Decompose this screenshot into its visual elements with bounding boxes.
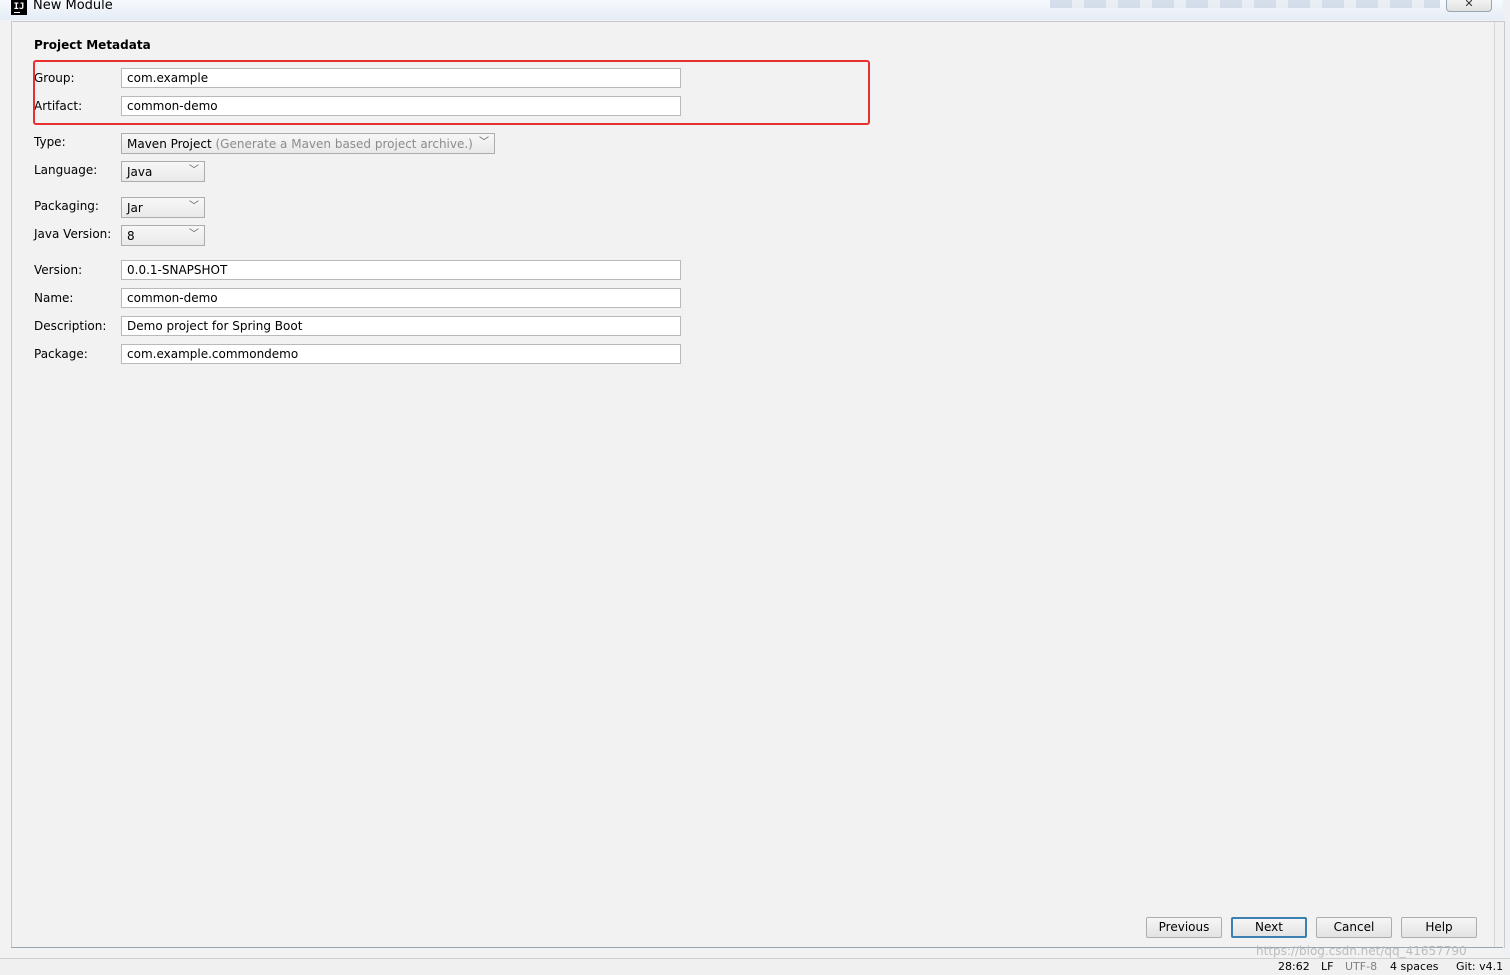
description-field[interactable]: Demo project for Spring Boot bbox=[121, 316, 681, 336]
java-version-select[interactable]: 8 ﹀ bbox=[121, 225, 205, 246]
type-label: Type: bbox=[34, 135, 66, 149]
file-encoding[interactable]: UTF-8 bbox=[1345, 960, 1377, 973]
type-select-hint: (Generate a Maven based project archive.… bbox=[215, 137, 473, 151]
dialog-content-panel bbox=[11, 21, 1505, 948]
language-label: Language: bbox=[34, 163, 98, 177]
chevron-down-icon: ﹀ bbox=[189, 201, 199, 212]
packaging-select-value: Jar bbox=[127, 201, 143, 215]
ide-status-bar: 28:62 LF UTF-8 4 spaces Git: v4.1 bbox=[0, 958, 1510, 975]
help-button[interactable]: Help bbox=[1401, 917, 1477, 938]
chevron-down-icon: ﹀ bbox=[189, 229, 199, 240]
chevron-down-icon: ﹀ bbox=[479, 137, 489, 148]
highlight-annotation-box bbox=[33, 60, 870, 125]
indent-setting[interactable]: 4 spaces bbox=[1390, 960, 1439, 973]
line-separator[interactable]: LF bbox=[1321, 960, 1333, 973]
language-select[interactable]: Java ﹀ bbox=[121, 161, 205, 182]
package-field[interactable]: com.example.commondemo bbox=[121, 344, 681, 364]
vertical-scrollbar[interactable] bbox=[1494, 22, 1504, 947]
next-button[interactable]: Next bbox=[1231, 917, 1307, 938]
dialog-title: New Module bbox=[33, 0, 113, 13]
name-label: Name: bbox=[34, 291, 74, 305]
ide-background-toolbar bbox=[1050, 0, 1440, 8]
language-select-value: Java bbox=[127, 165, 153, 179]
new-module-dialog: IJ New Module ✕ Project Metadata Group: … bbox=[0, 0, 1505, 958]
description-label: Description: bbox=[34, 319, 107, 333]
intellij-icon: IJ bbox=[11, 0, 27, 15]
watermark: https://blog.csdn.net/qq_41657790 bbox=[1256, 944, 1467, 958]
packaging-select[interactable]: Jar ﹀ bbox=[121, 197, 205, 218]
section-title: Project Metadata bbox=[34, 38, 151, 52]
java-version-select-value: 8 bbox=[127, 229, 135, 243]
caret-position[interactable]: 28:62 bbox=[1278, 960, 1310, 973]
close-icon[interactable]: ✕ bbox=[1446, 0, 1492, 12]
name-field[interactable]: common-demo bbox=[121, 288, 681, 308]
previous-button[interactable]: Previous bbox=[1146, 917, 1222, 938]
packaging-label: Packaging: bbox=[34, 199, 99, 213]
version-field[interactable]: 0.0.1-SNAPSHOT bbox=[121, 260, 681, 280]
chevron-down-icon: ﹀ bbox=[189, 165, 199, 176]
cancel-button[interactable]: Cancel bbox=[1316, 917, 1392, 938]
git-branch[interactable]: Git: v4.1 bbox=[1456, 960, 1503, 973]
package-label: Package: bbox=[34, 347, 88, 361]
type-select[interactable]: Maven Project (Generate a Maven based pr… bbox=[121, 133, 495, 154]
version-label: Version: bbox=[34, 263, 83, 277]
type-select-value: Maven Project bbox=[127, 137, 212, 151]
java-version-label: Java Version: bbox=[34, 227, 112, 241]
